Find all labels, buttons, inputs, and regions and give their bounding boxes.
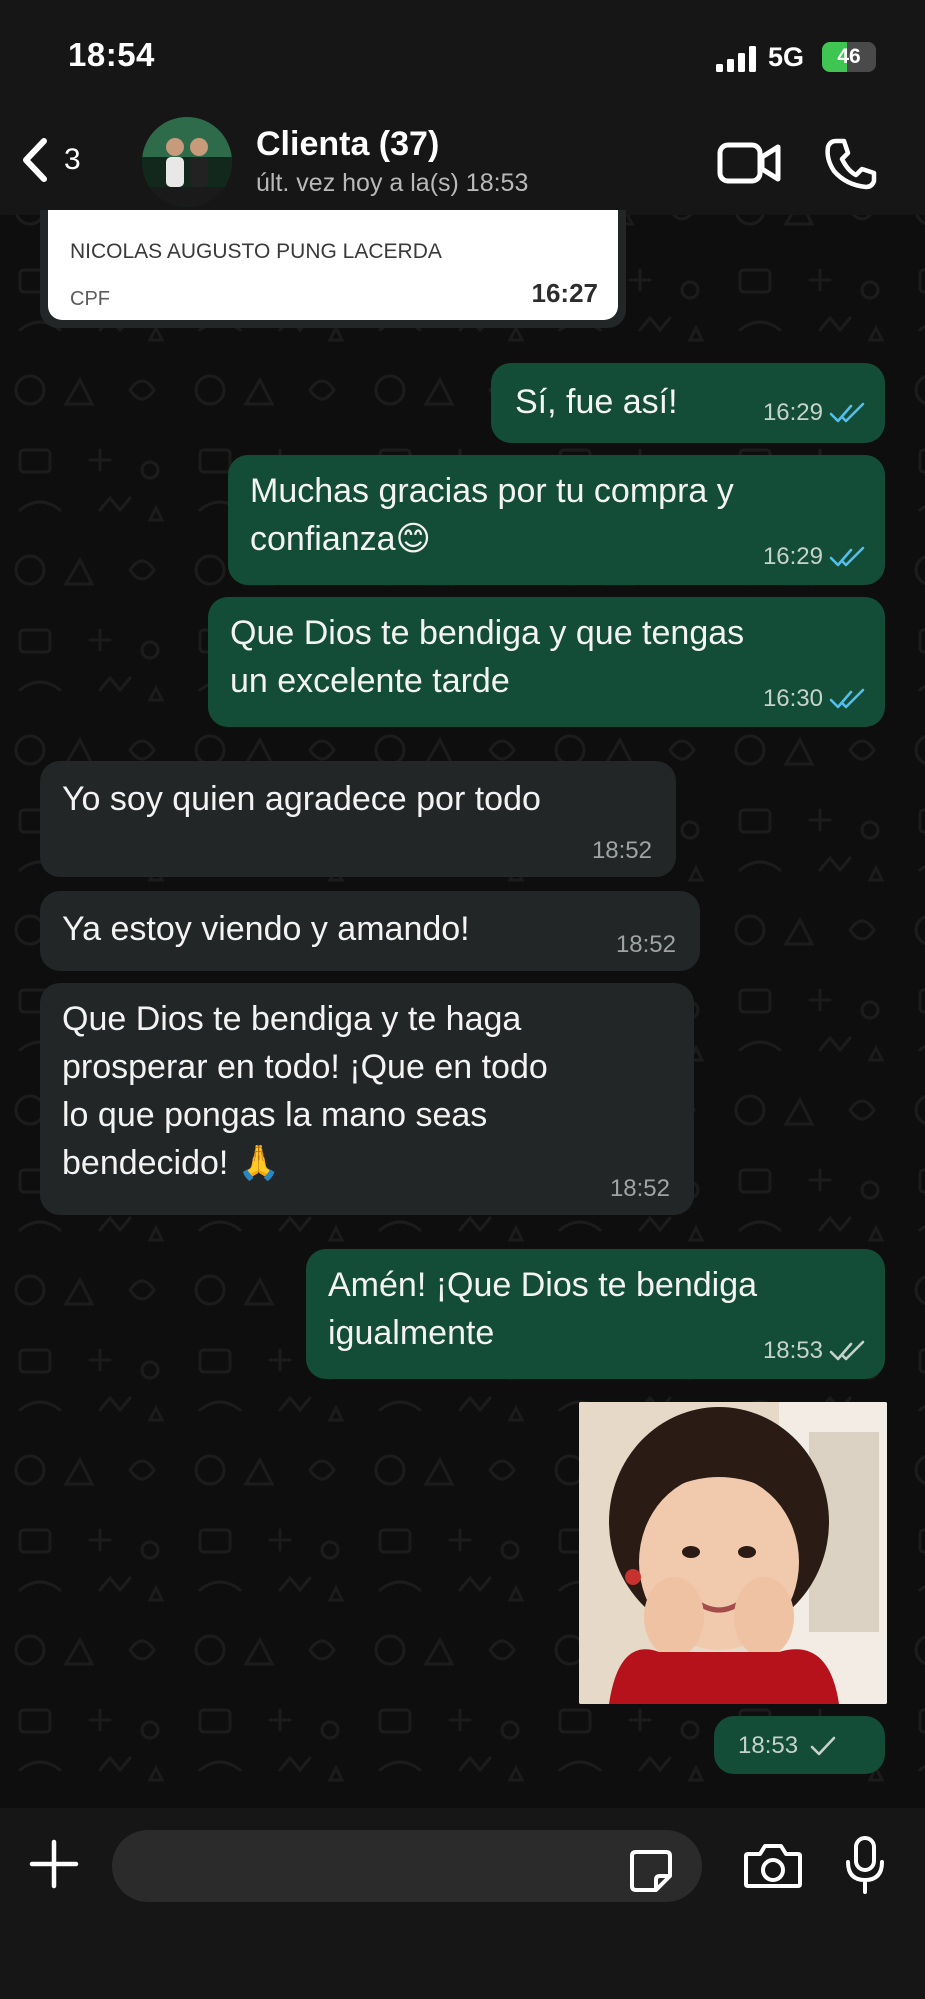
message-meta: 18:53: [763, 1337, 867, 1365]
back-button[interactable]: 3: [18, 135, 108, 185]
message-bubble-outgoing[interactable]: Que Dios te bendiga y que tengas un exce…: [208, 597, 885, 727]
message-time: 16:30: [762, 685, 823, 712]
message-text: Muchas gracias por tu compra y: [250, 472, 734, 510]
message-text: confianza😊: [250, 520, 431, 558]
document-label: CPF: [70, 288, 110, 310]
last-seen-status: últ. vez hoy a la(s) 18:53: [256, 169, 529, 197]
message-time: 16:29: [762, 543, 823, 570]
document-name: NICOLAS AUGUSTO PUNG LACERDA: [70, 240, 442, 263]
camera-icon[interactable]: [742, 1840, 804, 1892]
message-bubble-incoming[interactable]: Ya estoy viendo y amando! 18:52: [40, 891, 700, 971]
unread-count: 3: [64, 143, 81, 176]
message-time: 16:29: [762, 399, 823, 426]
status-time: 18:54: [68, 36, 155, 73]
message-text: Sí, fue así!: [515, 383, 678, 421]
message-text: bendecido! 🙏: [62, 1144, 281, 1182]
message-bubble-outgoing[interactable]: Muchas gracias por tu compra y confianza…: [228, 455, 885, 585]
message-time: 18:52: [609, 1175, 670, 1202]
contact-name[interactable]: Clienta (37): [256, 125, 439, 164]
message-time: 18:52: [591, 837, 652, 864]
message-text: un excelente tarde: [230, 662, 510, 700]
composer-bar: [0, 1808, 925, 1999]
message-text: Yo soy quien agradece por todo: [62, 780, 541, 818]
message-meta: 16:29: [763, 399, 867, 427]
image-message-meta: 18:53: [714, 1716, 885, 1774]
network-type: 5G: [768, 42, 805, 72]
message-text: Que Dios te bendiga y que tengas: [230, 614, 745, 652]
double-check-read-icon: [829, 402, 865, 423]
message-bubble-incoming[interactable]: Que Dios te bendiga y te haga prosperar …: [40, 983, 694, 1215]
message-text: Ya estoy viendo y amando!: [62, 910, 470, 948]
cellular-signal-icon: [716, 46, 756, 72]
chat-header: 3 Clienta (37) últ. vez hoy a la(s) 18:5…: [0, 105, 925, 215]
message-text: Que Dios te bendiga y te haga: [62, 1000, 522, 1038]
double-check-read-icon: [829, 688, 865, 709]
message-text: lo que pongas la mano seas: [62, 1096, 488, 1134]
message-text: prosperar en todo! ¡Que en todo: [62, 1048, 548, 1086]
message-meta: 16:29: [763, 543, 867, 571]
plus-icon[interactable]: [28, 1838, 80, 1890]
microphone-icon[interactable]: [842, 1834, 888, 1896]
forwarded-document-card[interactable]: NICOLAS AUGUSTO PUNG LACERDA CPF 16:27: [40, 210, 626, 328]
video-camera-icon[interactable]: [716, 135, 782, 191]
message-meta: 18:52: [592, 837, 652, 865]
status-bar: 18:54 5G 46: [0, 0, 925, 105]
single-check-sent-icon: [810, 1736, 836, 1756]
phone-icon[interactable]: [822, 135, 878, 191]
message-bubble-incoming[interactable]: Yo soy quien agradece por todo 18:52: [40, 761, 676, 877]
avatar[interactable]: [142, 117, 232, 207]
sticker-icon[interactable]: [628, 1848, 674, 1894]
chevron-left-icon: [23, 138, 47, 182]
message-time: 18:53: [738, 1732, 799, 1759]
message-meta: 18:52: [616, 931, 676, 959]
battery-indicator: 46: [822, 42, 876, 72]
message-time: 18:52: [615, 931, 676, 958]
double-check-read-icon: [829, 546, 865, 567]
image-message[interactable]: [579, 1402, 887, 1704]
message-time: 16:27: [531, 278, 599, 308]
message-meta: 18:52: [610, 1175, 670, 1203]
message-text: Amén! ¡Que Dios te bendiga: [328, 1266, 758, 1304]
message-text: igualmente: [328, 1314, 495, 1352]
message-meta: 16:30: [763, 685, 867, 713]
message-meta: 18:53: [738, 1732, 842, 1760]
message-input[interactable]: [112, 1830, 702, 1902]
battery-level: 46: [837, 45, 861, 68]
double-check-delivered-icon: [829, 1340, 865, 1361]
message-bubble-outgoing[interactable]: Amén! ¡Que Dios te bendiga igualmente 18…: [306, 1249, 885, 1379]
document-preview: NICOLAS AUGUSTO PUNG LACERDA CPF 16:27: [48, 210, 618, 320]
message-bubble-outgoing[interactable]: Sí, fue así! 16:29: [491, 363, 885, 443]
message-time: 18:53: [762, 1337, 823, 1364]
